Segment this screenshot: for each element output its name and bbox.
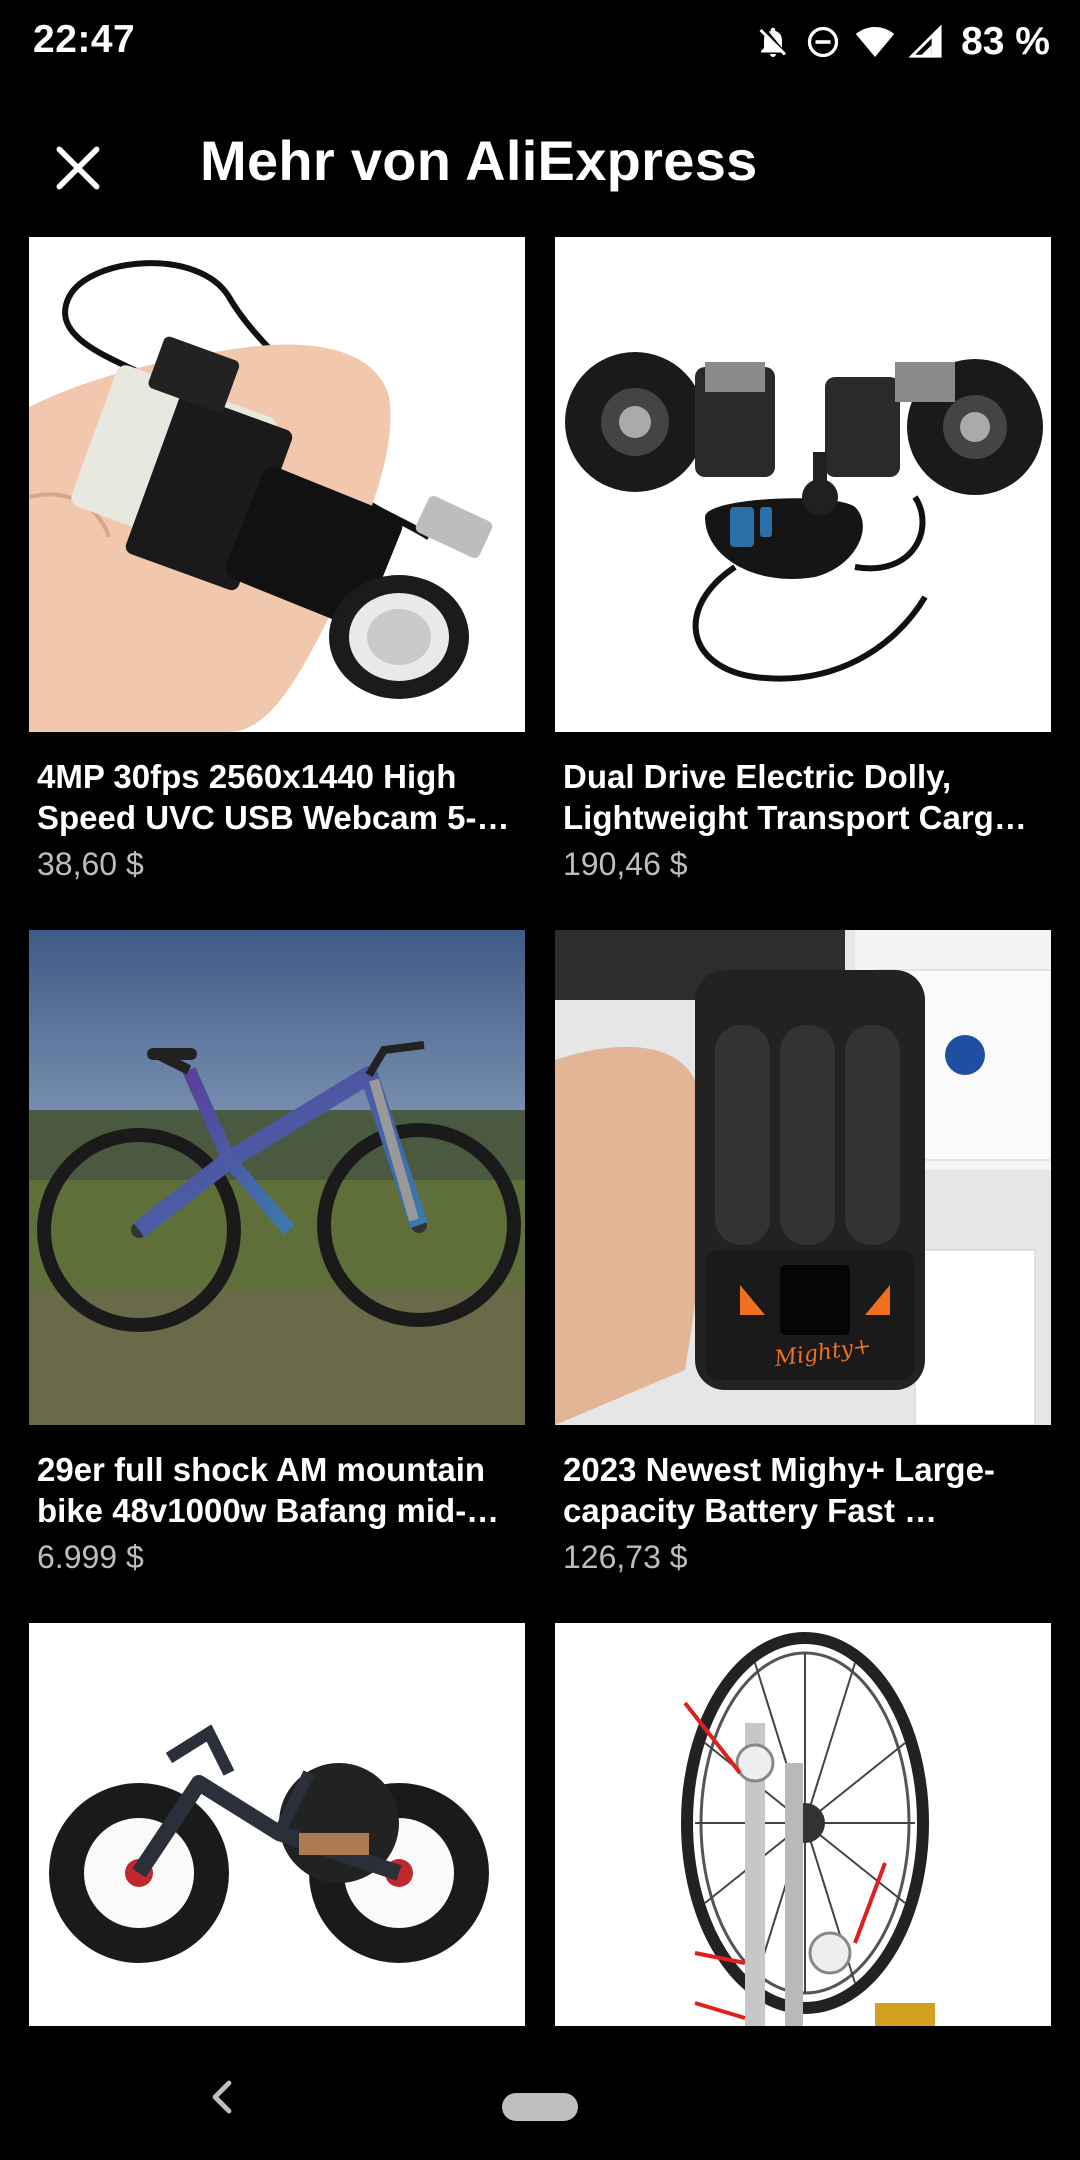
product-title[interactable]: 2023 Newest Mighy+ Large-capacity Batter… xyxy=(563,1449,1043,1531)
product-card[interactable] xyxy=(29,1623,525,2026)
product-image-webcam[interactable] xyxy=(29,237,525,732)
product-price: 6.999 $ xyxy=(37,1539,144,1575)
product-image-mountain-bike[interactable] xyxy=(29,930,525,1425)
product-image-fat-trike[interactable] xyxy=(29,1623,525,2026)
product-price: 126,73 $ xyxy=(563,1539,688,1575)
product-price: 190,46 $ xyxy=(563,846,688,882)
product-card[interactable]: 4MP 30fps 2560x1440 High Speed UVC USB W… xyxy=(29,237,525,883)
product-grid: 4MP 30fps 2560x1440 High Speed UVC USB W… xyxy=(0,0,1080,2160)
navigation-bar xyxy=(0,2026,1080,2160)
product-price: 38,60 $ xyxy=(37,846,144,882)
product-title[interactable]: Dual Drive Electric Dolly, Lightweight T… xyxy=(563,756,1043,838)
product-title[interactable]: 4MP 30fps 2560x1440 High Speed UVC USB W… xyxy=(37,756,517,838)
product-card[interactable]: Dual Drive Electric Dolly, Lightweight T… xyxy=(555,237,1051,883)
home-pill-icon[interactable] xyxy=(502,2093,578,2121)
product-title[interactable]: 29er full shock AM mountain bike 48v1000… xyxy=(37,1449,517,1531)
back-chevron-icon xyxy=(212,2080,232,2114)
product-image-electric-dolly[interactable] xyxy=(555,237,1051,732)
back-button[interactable] xyxy=(196,2072,246,2122)
product-card[interactable]: Mighty+ 2023 Newest Mighy+ Large-capacit… xyxy=(555,930,1051,1576)
product-image-mighty-device[interactable]: Mighty+ xyxy=(555,930,1051,1425)
product-image-truing-stand[interactable] xyxy=(555,1623,1051,2026)
product-card[interactable]: 29er full shock AM mountain bike 48v1000… xyxy=(29,930,525,1576)
product-card[interactable] xyxy=(555,1623,1051,2026)
